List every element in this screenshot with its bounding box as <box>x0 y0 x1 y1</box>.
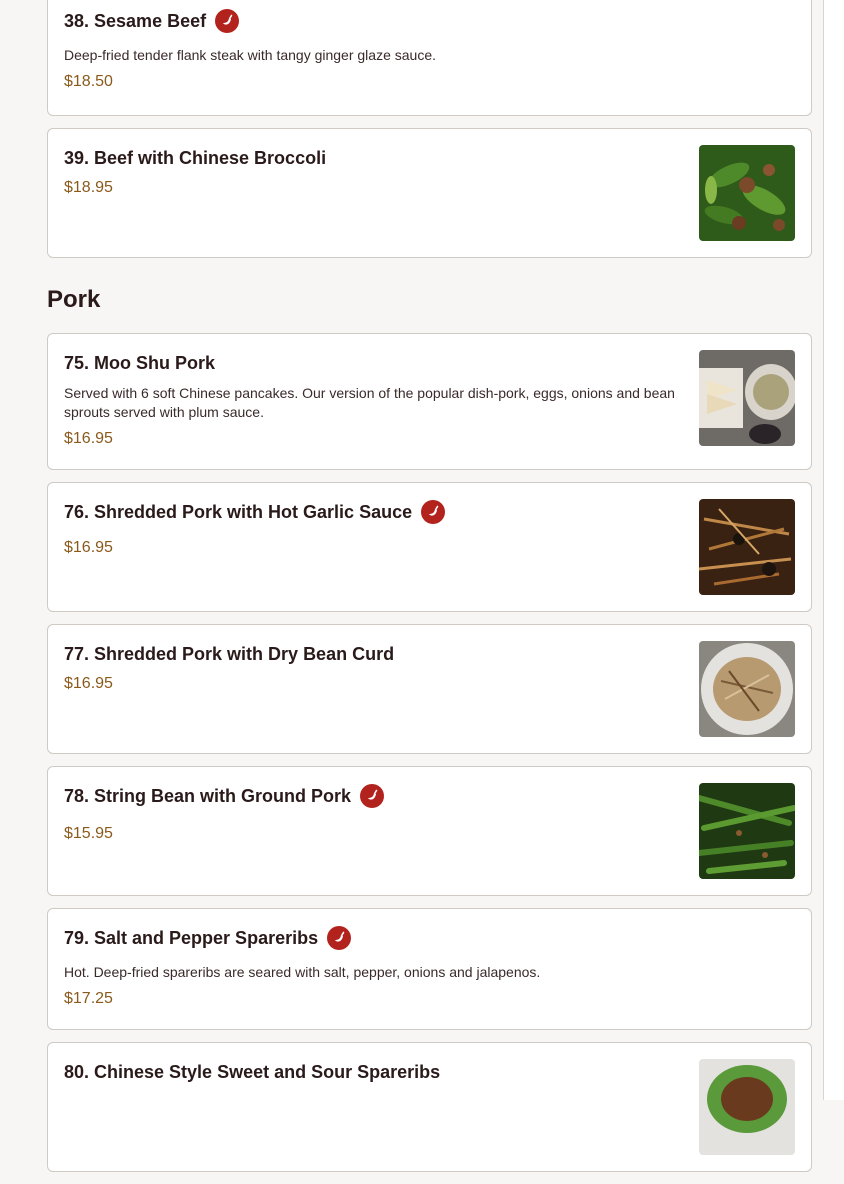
section-heading-pork: Pork <box>47 286 101 313</box>
food-photo-moo-shu-pork <box>699 350 795 446</box>
food-photo-garlic-pork <box>699 499 795 595</box>
item-description: Hot. Deep-fried spareribs are seared wit… <box>64 964 541 980</box>
menu-content: 38. Sesame Beef Deep-fried tender flank … <box>47 0 812 1184</box>
item-title: 75. Moo Shu Pork <box>64 352 216 373</box>
item-title: 38. Sesame Beef <box>64 10 207 31</box>
chili-pepper-icon <box>327 926 352 950</box>
menu-item-card[interactable]: 79. Salt and Pepper Spareribs Hot. Deep-… <box>47 908 812 1030</box>
item-price: $15.95 <box>64 825 113 842</box>
item-title: 76. Shredded Pork with Hot Garlic Sauce <box>64 501 413 522</box>
menu-item-card[interactable]: 38. Sesame Beef Deep-fried tender flank … <box>47 0 812 116</box>
food-photo-beef-broccoli <box>699 145 795 241</box>
food-photo-string-bean <box>699 783 795 879</box>
food-photo-spareribs <box>699 1059 795 1155</box>
item-price: $16.95 <box>64 675 113 692</box>
item-price: $16.95 <box>64 430 113 447</box>
item-title: 77. Shredded Pork with Dry Bean Curd <box>64 643 395 664</box>
menu-item-card[interactable]: 75. Moo Shu Pork Served with 6 soft Chin… <box>47 333 812 470</box>
item-price: $16.95 <box>64 539 113 556</box>
item-price: $18.50 <box>64 73 113 90</box>
item-title: 78. String Bean with Ground Pork <box>64 785 352 806</box>
chili-pepper-icon <box>421 500 446 524</box>
item-description: Deep-fried tender flank steak with tangy… <box>64 47 436 63</box>
menu-item-card[interactable]: 77. Shredded Pork with Dry Bean Curd $16… <box>47 624 812 754</box>
item-title: 79. Salt and Pepper Spareribs <box>64 927 319 948</box>
item-description: Served with 6 soft Chinese pancakes. Our… <box>64 385 675 420</box>
food-photo-bean-curd-pork <box>699 641 795 737</box>
menu-item-card[interactable]: 39. Beef with Chinese Broccoli $18.95 <box>47 128 812 258</box>
menu-item-card[interactable]: 78. String Bean with Ground Pork $15.95 <box>47 766 812 896</box>
scrollbar-track[interactable] <box>823 0 844 1100</box>
menu-item-card[interactable]: 80. Chinese Style Sweet and Sour Spareri… <box>47 1042 812 1172</box>
item-price: $17.25 <box>64 990 113 1007</box>
chili-pepper-icon <box>360 784 385 808</box>
menu-item-card[interactable]: 76. Shredded Pork with Hot Garlic Sauce … <box>47 482 812 612</box>
item-title: 80. Chinese Style Sweet and Sour Spareri… <box>64 1061 441 1082</box>
chili-pepper-icon <box>215 9 240 33</box>
item-price: $18.95 <box>64 179 113 196</box>
item-title: 39. Beef with Chinese Broccoli <box>64 147 327 168</box>
